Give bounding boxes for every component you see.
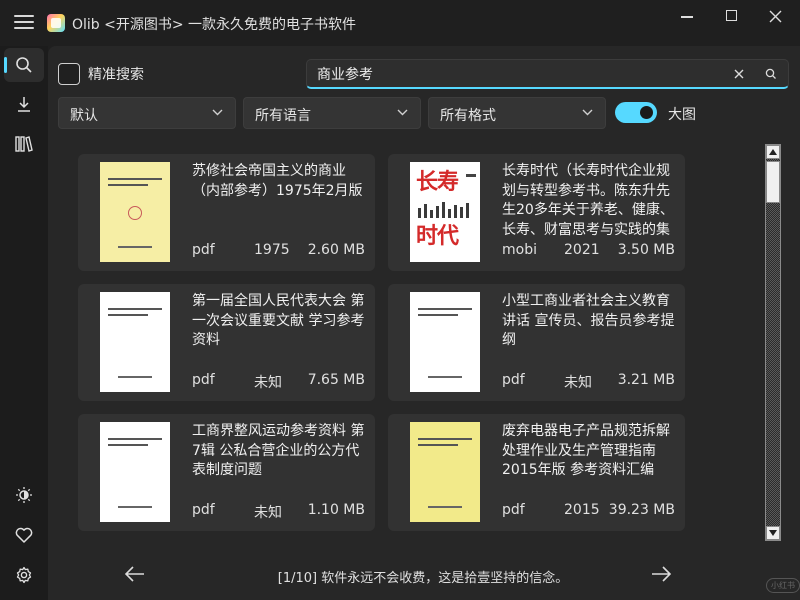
result-card[interactable]: 工商界整风运动参考资料 第7辑 公私合营企业的公方代表制度问题 pdf 未知 1…	[78, 414, 375, 531]
cover-title-bottom: 时代	[416, 223, 459, 249]
scroll-thumb[interactable]	[766, 161, 780, 203]
book-cover: 长寿 时代	[410, 162, 480, 262]
book-year: 未知	[254, 505, 282, 521]
sidebar-item-downloads[interactable]	[4, 87, 44, 121]
menu-icon[interactable]	[12, 12, 36, 34]
close-window-button[interactable]	[761, 6, 791, 28]
settings-button[interactable]	[4, 558, 44, 592]
large-view-toggle[interactable]	[615, 102, 657, 123]
book-size: 7.65 MB	[307, 372, 365, 388]
book-year: 2015	[564, 502, 600, 518]
search-icon	[16, 57, 32, 73]
book-cover	[100, 162, 170, 262]
search-submit-icon[interactable]	[763, 66, 779, 82]
book-format: pdf	[502, 502, 525, 518]
book-size: 3.21 MB	[617, 372, 675, 388]
book-size: 39.23 MB	[608, 502, 675, 518]
exact-search-checkbox[interactable]	[58, 63, 80, 85]
sort-value: 默认	[70, 108, 98, 124]
sort-dropdown[interactable]: 默认	[58, 97, 236, 129]
gear-icon	[16, 566, 32, 584]
book-year: 1975	[254, 242, 290, 258]
heart-icon	[15, 527, 33, 543]
book-title: 第一届全国人民代表大会 第一次会议重要文献 学习参考资料	[192, 293, 365, 348]
result-card[interactable]: 废弃电器电子产品规范拆解处理作业及生产管理指南 2015年版 参考资料汇编 pd…	[388, 414, 685, 531]
book-format: pdf	[192, 242, 215, 258]
book-format: pdf	[502, 372, 525, 388]
pagination-text: [1/10] 软件永远不会收费，这是拾壹坚持的信念。	[277, 571, 569, 586]
chevron-down-icon	[397, 109, 408, 116]
arrow-down-icon	[769, 530, 777, 536]
book-year: 2021	[564, 242, 600, 258]
chevron-down-icon	[582, 109, 593, 116]
large-view-label: 大图	[668, 107, 696, 123]
book-title: 工商界整风运动参考资料 第7辑 公私合营企业的公方代表制度问题	[192, 423, 365, 478]
next-page-button[interactable]	[650, 564, 672, 584]
scroll-down-button[interactable]	[766, 526, 780, 540]
cover-title-top: 长寿	[416, 169, 459, 195]
exact-search-label: 精准搜索	[88, 67, 144, 83]
main-panel: 精准搜索 默认 所有语言 所有格式 大图 苏修社会帝国主义的商业（内部参考）19…	[48, 46, 800, 600]
search-box[interactable]	[306, 59, 789, 89]
results-grid: 苏修社会帝国主义的商业（内部参考）1975年2月版 pdf 1975 2.60 …	[78, 154, 688, 534]
scroll-up-button[interactable]	[766, 145, 780, 159]
book-format: pdf	[192, 502, 215, 518]
watermark: 小红书	[766, 578, 800, 593]
book-size: 2.60 MB	[307, 242, 365, 258]
download-icon	[18, 97, 30, 112]
close-icon	[769, 10, 782, 23]
exact-search-option[interactable]: 精准搜索	[58, 63, 144, 85]
book-year: 未知	[564, 375, 592, 391]
book-size: 1.10 MB	[307, 502, 365, 518]
library-icon	[15, 136, 33, 152]
title-bar: Olib <开源图书> 一款永久免费的电子书软件	[0, 0, 800, 46]
theme-toggle-button[interactable]	[4, 478, 44, 512]
book-cover	[410, 292, 480, 392]
book-format: pdf	[192, 372, 215, 388]
result-card[interactable]: 小型工商业者社会主义教育讲话 宣传员、报告员参考提纲 pdf 未知 3.21 M…	[388, 284, 685, 401]
window-title: Olib <开源图书> 一款永久免费的电子书软件	[72, 17, 357, 33]
book-cover	[100, 292, 170, 392]
book-size: 3.50 MB	[617, 242, 675, 258]
book-title: 苏修社会帝国主义的商业（内部参考）1975年2月版	[192, 163, 363, 199]
prev-page-button[interactable]	[124, 564, 146, 584]
book-year: 未知	[254, 375, 282, 391]
favorites-button[interactable]	[4, 518, 44, 552]
sidebar-item-library[interactable]	[4, 127, 44, 161]
sidebar-item-search[interactable]	[4, 48, 44, 82]
format-dropdown[interactable]: 所有格式	[428, 97, 606, 129]
book-title: 长寿时代（长寿时代企业规划与转型参考书。陈东升先生20多年关于养老、健康、长寿、…	[502, 163, 674, 238]
language-value: 所有语言	[255, 108, 311, 124]
clear-search-icon[interactable]	[731, 66, 747, 82]
app-logo	[47, 14, 65, 32]
book-cover	[100, 422, 170, 522]
book-format: mobi	[502, 242, 537, 258]
book-title: 废弃电器电子产品规范拆解处理作业及生产管理指南 2015年版 参考资料汇编	[502, 423, 670, 478]
result-card[interactable]: 苏修社会帝国主义的商业（内部参考）1975年2月版 pdf 1975 2.60 …	[78, 154, 375, 271]
results-scrollbar[interactable]	[765, 144, 781, 541]
search-input[interactable]	[317, 63, 717, 85]
minimize-button[interactable]	[673, 6, 703, 28]
chevron-down-icon	[212, 109, 223, 116]
arrow-up-icon	[769, 149, 777, 155]
sidebar	[0, 46, 48, 600]
result-card[interactable]: 长寿 时代 长寿时代（长寿时代企业规划与转型参考书。陈东升先生20多年关于养老、…	[388, 154, 685, 271]
book-title: 小型工商业者社会主义教育讲话 宣传员、报告员参考提纲	[502, 293, 675, 348]
format-value: 所有格式	[440, 108, 496, 124]
result-card[interactable]: 第一届全国人民代表大会 第一次会议重要文献 学习参考资料 pdf 未知 7.65…	[78, 284, 375, 401]
language-dropdown[interactable]: 所有语言	[243, 97, 421, 129]
maximize-button[interactable]	[717, 6, 747, 28]
book-cover	[410, 422, 480, 522]
brightness-icon	[16, 487, 32, 503]
